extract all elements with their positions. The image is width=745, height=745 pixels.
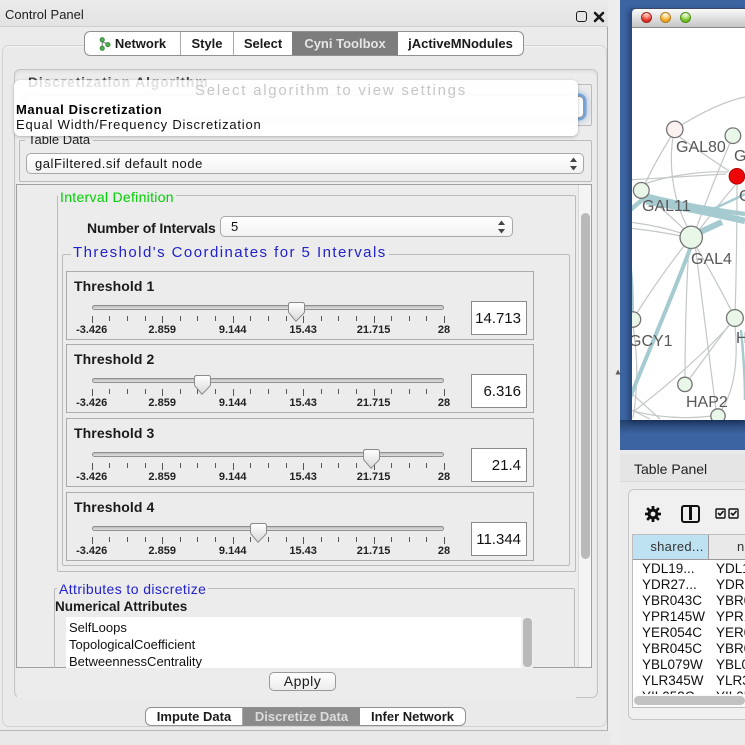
svg-text:HAP2: HAP2	[686, 394, 728, 411]
svg-text:H: H	[736, 330, 745, 347]
svg-text:G.: G.	[734, 148, 745, 165]
svg-text:C: C	[739, 188, 745, 205]
svg-text:GAL80: GAL80	[676, 139, 726, 156]
svg-text:GAL11: GAL11	[642, 198, 691, 215]
svg-text:GCY1: GCY1	[632, 333, 673, 350]
svg-text:GAL4: GAL4	[691, 251, 732, 268]
